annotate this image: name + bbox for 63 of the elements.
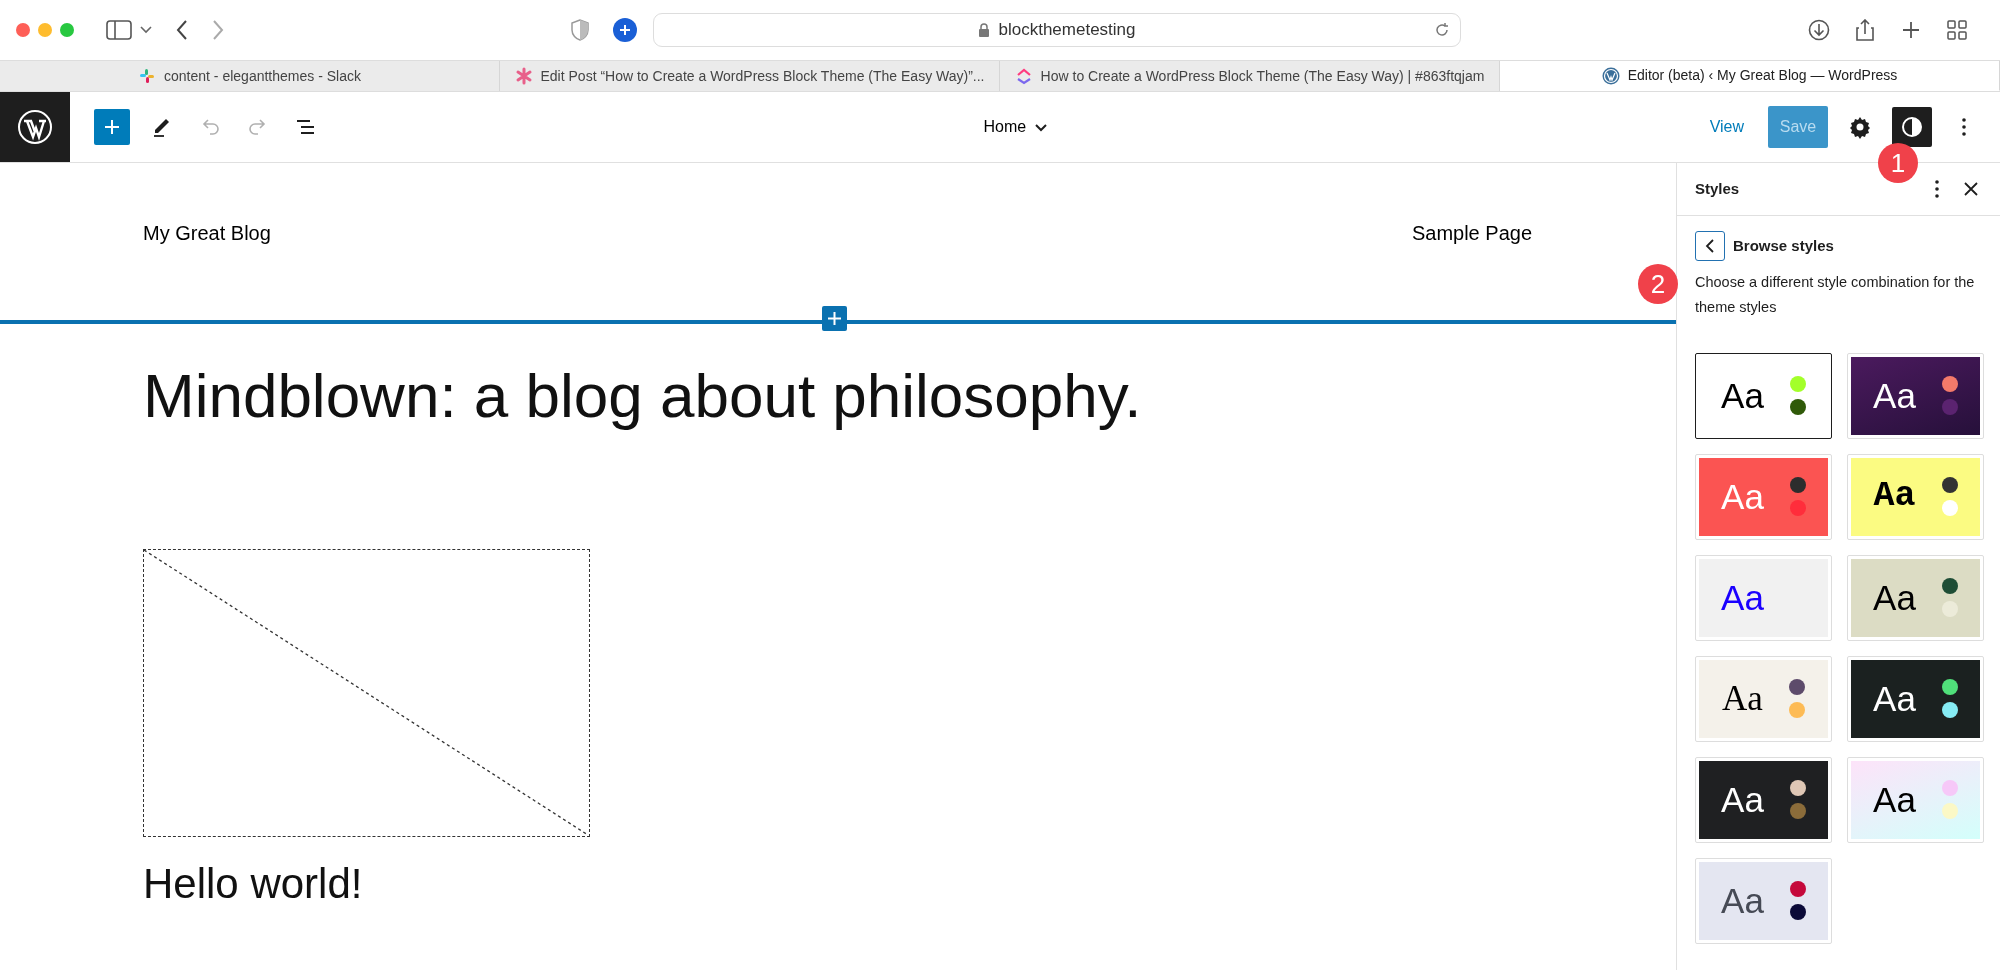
browser-tab[interactable]: content - elegantthemes - Slack [0, 61, 500, 91]
style-variation-card[interactable]: Aa [1695, 352, 1832, 439]
style-variation-card[interactable]: Aa [1695, 756, 1832, 843]
new-tab-icon[interactable] [1900, 19, 1922, 41]
insert-block-button[interactable] [821, 306, 847, 331]
post-title[interactable]: Hello world! [143, 859, 1532, 910]
description-text: Choose a different style combination for the theme styles [1695, 273, 1976, 318]
back-button[interactable] [1695, 231, 1725, 261]
shield-icon[interactable] [571, 19, 589, 41]
lock-icon [978, 22, 991, 38]
style-variation-card[interactable]: Aa [1695, 857, 1832, 944]
tab-overview-icon[interactable] [1946, 19, 1968, 41]
extension-icon[interactable] [613, 18, 637, 42]
sidebar-icon[interactable] [106, 20, 132, 40]
close-icon[interactable] [1964, 182, 1978, 196]
plus-icon [827, 312, 841, 325]
style-variation-card[interactable]: Aa [1695, 655, 1832, 742]
chevron-left-icon [1705, 238, 1715, 254]
sample-text: Aa [1721, 883, 1764, 919]
wordpress-logo-icon[interactable] [0, 92, 70, 162]
sample-text: Aa [1873, 580, 1916, 616]
site-title[interactable]: My Great Blog [143, 218, 271, 248]
asterisk-icon [514, 67, 533, 85]
style-variation-card[interactable]: Aa [1847, 453, 1984, 540]
sample-text: Aa [1722, 681, 1763, 717]
panel-title: Styles [1695, 178, 1741, 199]
sample-text: Aa [1873, 479, 1916, 515]
browser-tab[interactable]: Editor (beta) ‹ My Great Blog — WordPress [1500, 61, 2000, 91]
sample-text: Aa [1721, 782, 1764, 818]
view-link[interactable]: View [1709, 115, 1744, 139]
style-variation-card[interactable]: Aa [1847, 352, 1984, 439]
template-dropdown[interactable]: Home [979, 111, 1053, 143]
style-variation-card[interactable]: Aa [1695, 554, 1832, 641]
sample-text: Aa [1873, 378, 1916, 414]
chevron-down-icon [1034, 122, 1049, 132]
nav-link[interactable]: Sample Page [1411, 218, 1532, 248]
section-title: Browse styles [1733, 235, 1834, 256]
styles-button[interactable] [1892, 107, 1932, 147]
step-badge: 2 [1638, 264, 1678, 304]
add-block-button[interactable] [94, 109, 130, 145]
half-circle-icon [1900, 115, 1924, 139]
plus-icon [104, 119, 120, 135]
window-control[interactable] [16, 23, 30, 37]
sample-text: Aa [1721, 479, 1764, 515]
style-variation-card[interactable]: Aa [1847, 554, 1984, 641]
back-icon[interactable] [176, 20, 188, 40]
sample-text: Aa [1721, 580, 1764, 616]
wordpress-logo-icon [1601, 66, 1620, 85]
pinwheel-icon [138, 67, 157, 85]
reload-icon[interactable] [1434, 22, 1450, 38]
download-icon[interactable] [1808, 19, 1830, 41]
sample-text: Aa [1873, 681, 1916, 717]
address-field[interactable]: blockthemetesting [653, 13, 1461, 47]
more-options-icon[interactable] [1934, 179, 1940, 199]
style-variation-card[interactable]: Aa [1847, 756, 1984, 843]
sample-text: Aa [1721, 378, 1764, 414]
browser-tab[interactable]: Edit Post “How to Create a WordPress Block Theme (The Easy Way)”... [500, 61, 1000, 91]
step-badge: 1 [1878, 143, 1918, 183]
page-heading[interactable]: Mindblown: a blog about philosophy. [143, 362, 1532, 431]
share-icon[interactable] [1854, 19, 1876, 41]
style-variation-card[interactable]: Aa [1847, 655, 1984, 742]
chevron-down-icon[interactable] [140, 26, 152, 34]
sample-text: Aa [1873, 782, 1916, 818]
